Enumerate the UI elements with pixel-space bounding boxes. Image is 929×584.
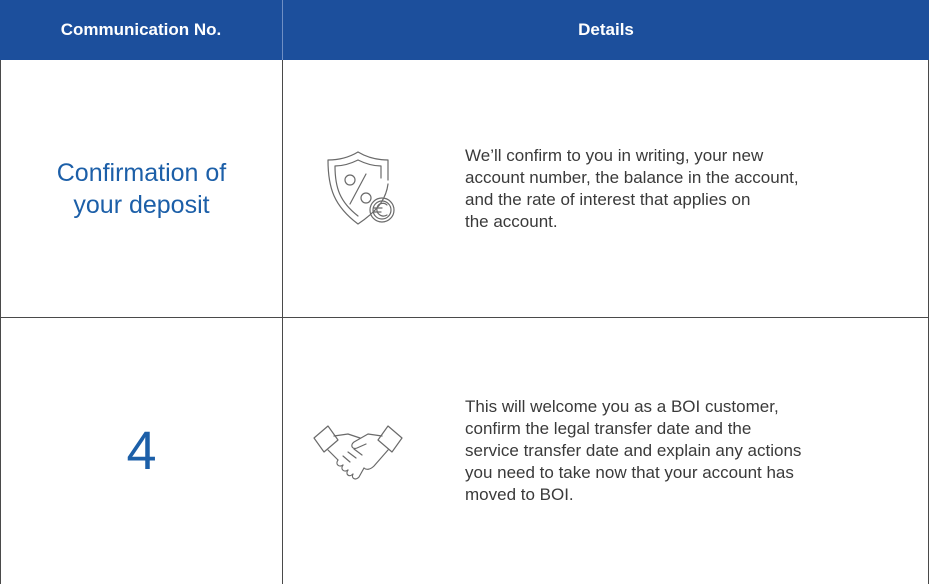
row-detail: This will welcome you as a BOI customer,…	[433, 318, 928, 584]
row-icon-cell	[283, 318, 433, 584]
table-header: Communication No. Details	[0, 0, 929, 60]
header-details: Details	[578, 20, 634, 39]
table-row: 4 This will welcome you as a BOI custome…	[0, 318, 929, 584]
header-communication-no: Communication No.	[0, 0, 283, 60]
communications-table: Communication No. Details Confirmation o…	[0, 0, 929, 584]
handshake-icon	[313, 425, 403, 480]
communication-number: 4	[1, 318, 283, 584]
table-row: Confirmation of your deposit We’ll confi…	[0, 60, 929, 318]
detail-text: We’ll confirm to you in writing, your ne…	[465, 145, 799, 231]
row-detail: We’ll confirm to you in writing, your ne…	[433, 60, 928, 317]
detail-text: This will welcome you as a BOI customer,…	[465, 397, 802, 504]
shield-percent-euro-icon	[327, 150, 395, 225]
row-icon-cell	[283, 60, 433, 317]
communication-label: Confirmation of your deposit	[1, 60, 283, 317]
